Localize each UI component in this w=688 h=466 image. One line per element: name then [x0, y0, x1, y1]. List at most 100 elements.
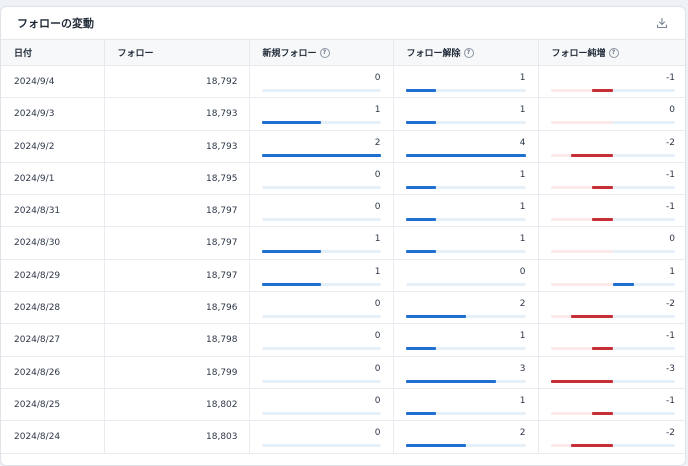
net-increase-bar — [592, 218, 613, 222]
unfollow-value: 3 — [519, 363, 526, 374]
table-row: 2024/8/24 18,803 0 2 -2 — [1, 420, 685, 454]
unfollow-value: 1 — [519, 73, 526, 83]
column-header-unfollow[interactable]: フォロー解除? — [393, 39, 539, 66]
net-increase-bar-track — [550, 282, 675, 286]
unfollow-bar — [405, 121, 436, 125]
card-header: フォローの変動 — [1, 7, 685, 39]
new-follow-bar-track — [261, 444, 381, 448]
new-follow-cell: 0 — [249, 291, 394, 325]
unfollow-value: 1 — [519, 202, 526, 213]
net-increase-bar-track — [550, 121, 675, 125]
column-header-new-follow[interactable]: 新規フォロー? — [249, 39, 394, 66]
follow-change-card: フォローの変動 日付 フォロー 新規フォロー? フォロー解除? フォロー純増? … — [0, 6, 686, 466]
new-follow-cell: 0 — [249, 162, 394, 196]
unfollow-value: 1 — [519, 331, 526, 342]
date-cell: 2024/8/28 — [1, 291, 105, 325]
table-row: 2024/8/31 18,797 0 1 -1 — [1, 194, 685, 228]
column-header-follow[interactable]: フォロー — [104, 39, 250, 66]
table-header-row: 日付 フォロー 新規フォロー? フォロー解除? フォロー純増? — [1, 39, 685, 66]
new-follow-bar-track — [261, 347, 381, 351]
new-follow-bar-track — [261, 379, 381, 383]
new-follow-value: 0 — [374, 331, 381, 342]
new-follow-cell: 0 — [249, 65, 394, 99]
new-follow-value: 0 — [374, 428, 381, 439]
new-follow-bar-track — [261, 153, 381, 157]
new-follow-bar-track — [261, 121, 381, 125]
unfollow-cell: 1 — [393, 65, 539, 99]
table-row: 2024/9/4 18,792 0 1 -1 — [1, 65, 685, 99]
date-cell: 2024/9/3 — [1, 97, 105, 131]
net-increase-bar — [612, 282, 634, 286]
net-increase-cell: 1 — [538, 259, 685, 293]
net-increase-value: -1 — [666, 169, 675, 180]
date-cell: 2024/9/2 — [1, 130, 105, 163]
net-increase-bar-track — [550, 89, 675, 92]
follow-count-cell: 18,798 — [104, 323, 250, 357]
unfollow-cell: 1 — [393, 97, 539, 131]
net-increase-cell: -1 — [538, 323, 685, 357]
date-cell: 2024/8/25 — [1, 388, 105, 422]
new-follow-cell: 1 — [249, 97, 394, 131]
net-increase-bar — [550, 379, 613, 383]
net-increase-bar-track — [550, 218, 675, 222]
table-row: 2024/9/1 18,795 0 1 -1 — [1, 162, 685, 196]
net-increase-bar-track — [550, 185, 675, 189]
date-cell: 2024/8/31 — [1, 194, 105, 228]
net-increase-cell: 0 — [538, 226, 685, 260]
net-increase-bar — [571, 444, 613, 448]
new-follow-bar-track — [261, 250, 381, 254]
unfollow-bar-track — [405, 89, 526, 92]
net-increase-bar-track — [550, 444, 675, 448]
unfollow-value: 0 — [519, 266, 526, 277]
new-follow-bar-track — [261, 282, 381, 286]
net-increase-bar-track — [550, 411, 675, 415]
table-row: 2024/8/30 18,797 1 1 0 — [1, 226, 685, 260]
unfollow-value: 4 — [519, 137, 526, 148]
net-increase-cell: -2 — [538, 420, 685, 454]
new-follow-cell: 0 — [249, 323, 394, 357]
net-increase-value: -1 — [666, 202, 675, 213]
column-header-date[interactable]: 日付 — [1, 39, 105, 66]
new-follow-bar-track — [261, 89, 381, 92]
date-cell: 2024/9/1 — [1, 162, 105, 196]
unfollow-bar-track — [405, 379, 526, 383]
new-follow-value: 0 — [374, 169, 381, 180]
unfollow-value: 2 — [519, 428, 526, 439]
download-icon[interactable] — [655, 16, 669, 30]
table-row: 2024/8/28 18,796 0 2 -2 — [1, 291, 685, 325]
unfollow-value: 1 — [519, 234, 526, 245]
table-row: 2024/8/25 18,802 0 1 -1 — [1, 388, 685, 422]
new-follow-value: 1 — [374, 266, 381, 277]
follow-count-cell: 18,793 — [104, 130, 250, 163]
date-cell: 2024/9/4 — [1, 65, 105, 99]
unfollow-cell: 2 — [393, 291, 539, 325]
unfollow-bar — [405, 185, 436, 189]
new-follow-cell: 1 — [249, 259, 394, 293]
unfollow-cell: 0 — [393, 259, 539, 293]
unfollow-bar-track — [405, 185, 526, 189]
net-increase-value: 0 — [669, 105, 675, 116]
date-cell: 2024/8/27 — [1, 323, 105, 357]
new-follow-cell: 0 — [249, 194, 394, 228]
new-follow-value: 0 — [374, 363, 381, 374]
help-icon[interactable]: ? — [608, 47, 619, 58]
table-row: 2024/8/26 18,799 0 3 -3 — [1, 356, 685, 389]
new-follow-value: 1 — [374, 234, 381, 245]
unfollow-bar — [405, 218, 436, 222]
net-increase-value: 1 — [669, 266, 675, 277]
net-increase-bar-track — [550, 347, 675, 351]
follow-count-cell: 18,802 — [104, 388, 250, 422]
unfollow-value: 1 — [519, 169, 526, 180]
column-header-net-increase[interactable]: フォロー純増? — [538, 39, 685, 66]
follow-count-cell: 18,797 — [104, 194, 250, 228]
unfollow-cell: 4 — [393, 130, 539, 163]
net-increase-value: -1 — [666, 331, 675, 342]
column-header-new-follow-label: 新規フォロー — [262, 49, 317, 59]
help-icon[interactable]: ? — [463, 47, 474, 58]
help-icon[interactable]: ? — [319, 47, 330, 58]
card-title: フォローの変動 — [17, 17, 94, 30]
table-row: 2024/9/2 18,793 2 4 -2 — [1, 130, 685, 163]
unfollow-cell: 1 — [393, 162, 539, 196]
unfollow-bar-track — [405, 282, 526, 286]
follow-count-cell: 18,799 — [104, 356, 250, 389]
